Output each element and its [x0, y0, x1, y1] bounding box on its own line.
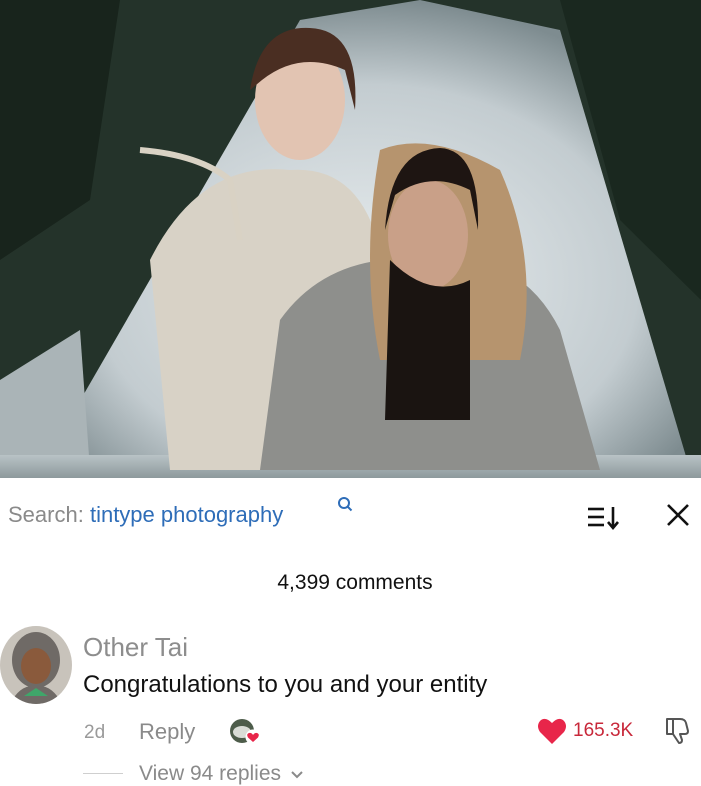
creator-liked-icon [228, 718, 262, 751]
comment-author[interactable]: Other Tai [83, 632, 188, 663]
sort-icon[interactable] [586, 505, 620, 536]
search-link[interactable]: Search: tintype photography [8, 502, 283, 528]
view-replies-button[interactable]: View 94 replies [139, 762, 304, 786]
dislike-icon[interactable] [664, 715, 694, 750]
reply-button[interactable]: Reply [139, 719, 195, 745]
avatar[interactable] [0, 626, 72, 704]
comments-count: 4,399 comments [277, 571, 433, 594]
like-heart-icon[interactable] [537, 717, 567, 750]
chevron-down-icon [290, 762, 304, 786]
search-bar[interactable]: Search: tintype photography [0, 478, 701, 556]
replies-divider [83, 773, 123, 774]
search-prefix: Search: [8, 502, 84, 527]
close-icon[interactable] [666, 503, 690, 532]
search-icon[interactable] [337, 496, 353, 517]
comment-text: Congratulations to you and your entity [83, 671, 488, 698]
like-count: 165.3K [573, 720, 634, 741]
comment-age: 2d [84, 722, 106, 743]
post-photo[interactable] [0, 0, 701, 478]
search-query[interactable]: tintype photography [90, 502, 283, 527]
view-replies-label: View 94 replies [139, 762, 282, 785]
